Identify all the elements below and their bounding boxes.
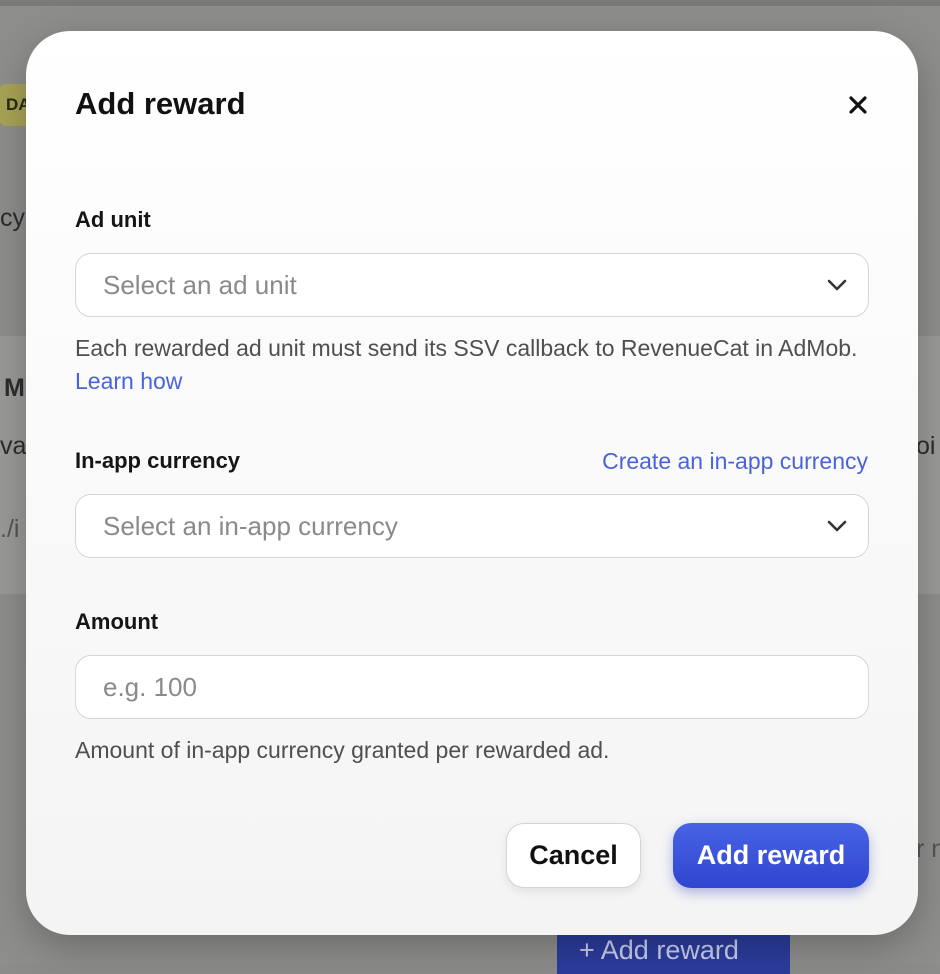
- background-top-bar: [0, 0, 940, 6]
- modal-title: Add reward: [75, 86, 246, 121]
- amount-label: Amount: [75, 609, 159, 634]
- close-icon: [849, 96, 867, 114]
- close-button[interactable]: [842, 89, 874, 121]
- background-text-fragment: cy: [0, 204, 25, 232]
- ad-unit-placeholder: Select an ad unit: [103, 270, 297, 300]
- amount-help-text: Amount of in-app currency granted per re…: [75, 737, 610, 763]
- background-text-fragment: ./i: [0, 515, 20, 543]
- create-currency-link[interactable]: Create an in-app currency: [602, 448, 868, 474]
- chevron-down-icon: [826, 519, 848, 533]
- add-reward-modal: Add reward Ad unit Select an ad unit Eac…: [26, 31, 918, 935]
- background-text-fragment: r n: [916, 835, 940, 863]
- background-text-fragment: oi: [916, 432, 936, 460]
- background-add-reward-button: + Add reward: [557, 934, 790, 974]
- add-reward-button[interactable]: Add reward: [673, 823, 869, 888]
- chevron-down-icon: [826, 278, 848, 292]
- ad-unit-select[interactable]: Select an ad unit: [75, 253, 869, 317]
- learn-how-link[interactable]: Learn how: [75, 368, 182, 394]
- ad-unit-help-text: Each rewarded ad unit must send its SSV …: [75, 335, 858, 361]
- currency-label: In-app currency: [75, 448, 241, 473]
- currency-select[interactable]: Select an in-app currency: [75, 494, 869, 558]
- background-text-fragment: va: [0, 432, 27, 460]
- cancel-button[interactable]: Cancel: [506, 823, 641, 888]
- background-text-fragment: M: [4, 374, 25, 402]
- ad-unit-help: Each rewarded ad unit must send its SSV …: [75, 332, 869, 398]
- ad-unit-label: Ad unit: [75, 207, 151, 232]
- amount-input[interactable]: [75, 655, 869, 719]
- currency-placeholder: Select an in-app currency: [103, 511, 398, 541]
